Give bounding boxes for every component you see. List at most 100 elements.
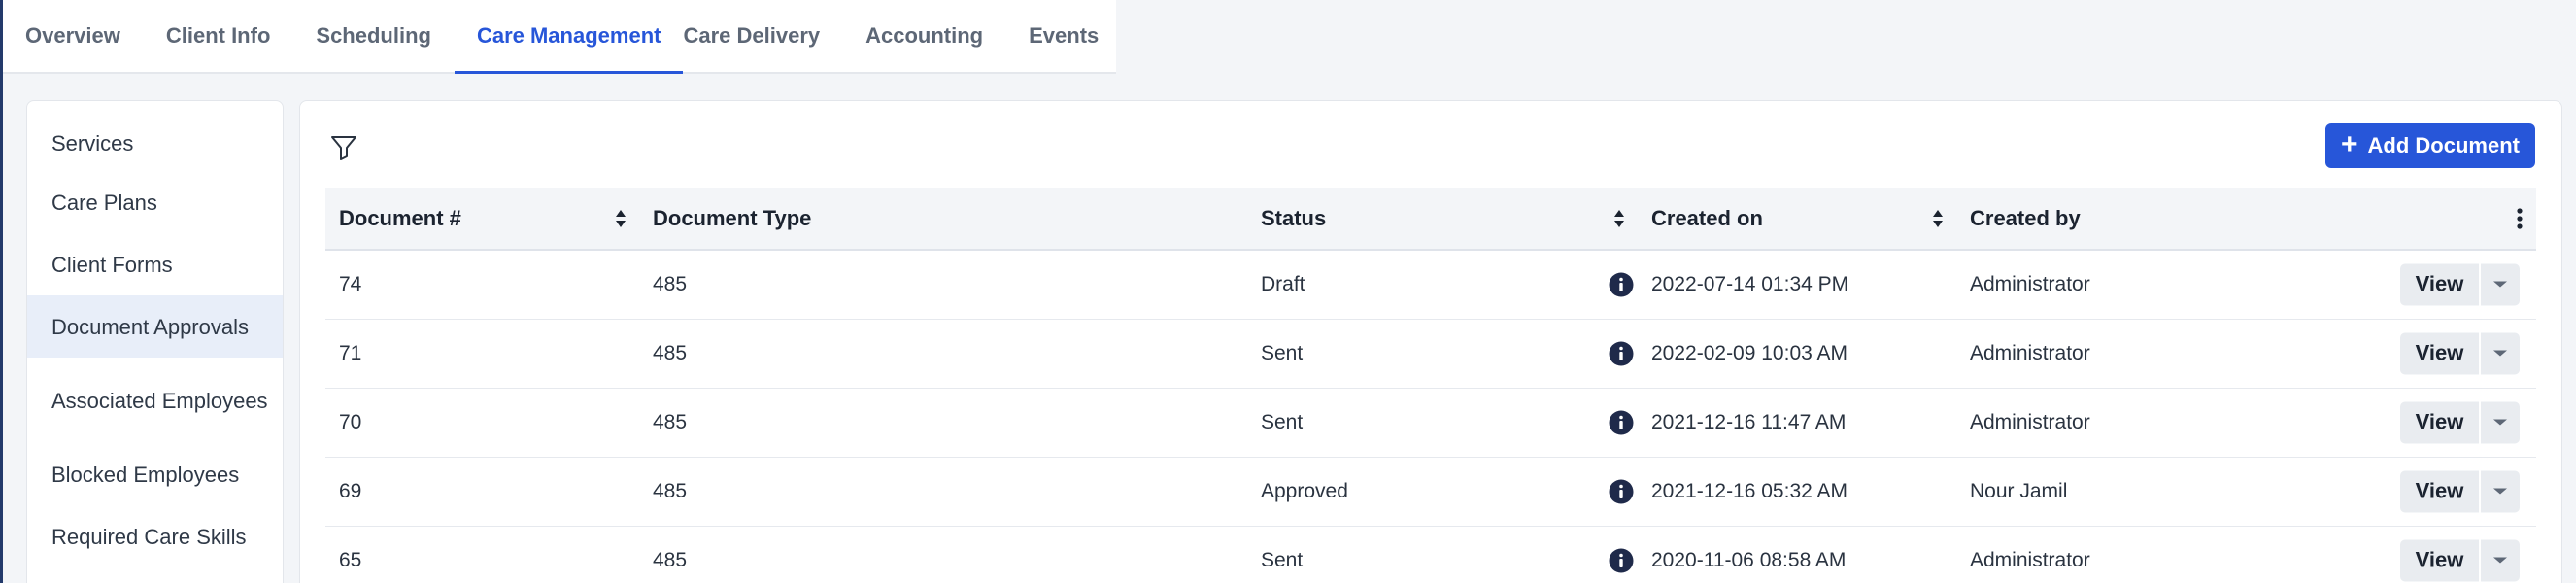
view-label: View — [2415, 409, 2464, 434]
cell-text: 485 — [653, 341, 688, 364]
table-row: 69 485 Approved 2021-12-16 05:32 AM Nour… — [325, 457, 2536, 526]
documents-table: Document # Document Type Status Created … — [325, 188, 2536, 583]
column-header-label: Status — [1261, 205, 1327, 230]
cell-document-number: 69 — [325, 457, 639, 526]
chevron-down-icon[interactable] — [2479, 539, 2520, 581]
column-options-icon[interactable] — [2515, 207, 2525, 230]
cell-text: Administrator — [1970, 272, 2090, 295]
submenu-item-care-plans[interactable]: Care Plans — [27, 171, 283, 233]
cell-text: 69 — [339, 479, 362, 502]
info-icon[interactable] — [1609, 410, 1634, 435]
row-actions: View — [2400, 263, 2520, 306]
column-header-label: Created by — [1970, 205, 2081, 230]
cell-text: 2021-12-16 05:32 AM — [1651, 479, 1847, 502]
plus-icon: + — [2341, 127, 2358, 160]
cell-text: Draft — [1261, 272, 1305, 295]
cell-document-number: 74 — [325, 250, 639, 319]
cell-text: 2021-12-16 11:47 AM — [1651, 410, 1847, 433]
cell-text: 485 — [653, 410, 688, 433]
chevron-down-icon[interactable] — [2479, 470, 2520, 512]
row-actions: View — [2400, 332, 2520, 374]
tab-events[interactable]: Events — [1029, 0, 1099, 72]
column-header-document-number[interactable]: Document # — [325, 188, 639, 251]
sort-icon[interactable] — [1931, 208, 1945, 229]
cell-status: Sent — [1247, 526, 1638, 583]
cell-text: 2022-02-09 10:03 AM — [1651, 341, 1847, 364]
tab-overview[interactable]: Overview — [25, 0, 120, 72]
chevron-down-icon[interactable] — [2479, 401, 2520, 443]
tab-care-management[interactable]: Care Management — [454, 0, 684, 74]
cell-created-by: Administrator View — [1956, 319, 2536, 388]
info-icon[interactable] — [1609, 272, 1634, 297]
row-actions: View — [2400, 401, 2520, 443]
cell-created-on: 2022-07-14 01:34 PM — [1638, 250, 1956, 319]
table-header-row: Document # Document Type Status Created … — [325, 188, 2536, 251]
window-edge — [0, 0, 3, 583]
view-label: View — [2415, 547, 2464, 572]
documents-panel: + Add Document Document # Document Type … — [299, 100, 2562, 583]
cell-created-on: 2020-11-06 08:58 AM — [1638, 526, 1956, 583]
view-button[interactable]: View — [2400, 332, 2479, 374]
add-document-button[interactable]: + Add Document — [2325, 123, 2535, 168]
row-actions: View — [2400, 539, 2520, 581]
cell-text: 2020-11-06 08:58 AM — [1651, 548, 1847, 571]
cell-created-by: Administrator View — [1956, 388, 2536, 457]
cell-text: 2022-07-14 01:34 PM — [1651, 272, 1849, 295]
column-header-status[interactable]: Status — [1247, 188, 1638, 251]
column-header-created-by: Created by — [1956, 188, 2536, 251]
cell-document-number: 70 — [325, 388, 639, 457]
submenu-item-services[interactable]: Services — [27, 101, 283, 171]
table-row: 70 485 Sent 2021-12-16 11:47 AM Administ… — [325, 388, 2536, 457]
chevron-down-icon[interactable] — [2479, 263, 2520, 306]
cell-text: 65 — [339, 548, 362, 571]
cell-created-by: Administrator View — [1956, 250, 2536, 319]
view-label: View — [2415, 478, 2464, 503]
info-icon[interactable] — [1609, 341, 1634, 366]
column-header-created-on[interactable]: Created on — [1638, 188, 1956, 251]
cell-document-type: 485 — [639, 526, 1247, 583]
submenu-item-required-care-skills[interactable]: Required Care Skills — [27, 505, 283, 567]
cell-text: 485 — [653, 272, 688, 295]
view-label: View — [2415, 271, 2464, 296]
sort-icon[interactable] — [1612, 208, 1626, 229]
add-document-label: Add Document — [2367, 133, 2520, 157]
sort-icon[interactable] — [614, 208, 627, 229]
cell-created-by: Administrator View — [1956, 526, 2536, 583]
top-tab-bar: Overview Client Info Scheduling Care Man… — [3, 0, 1116, 74]
row-actions: View — [2400, 470, 2520, 512]
view-label: View — [2415, 340, 2464, 365]
tab-accounting[interactable]: Accounting — [865, 0, 983, 72]
cell-text: 71 — [339, 341, 362, 364]
filter-icon[interactable] — [329, 132, 358, 161]
table-row: 65 485 Sent 2020-11-06 08:58 AM Administ… — [325, 526, 2536, 583]
view-button[interactable]: View — [2400, 263, 2479, 305]
submenu-item-associated-employees[interactable]: Associated Employees — [27, 358, 283, 443]
cell-status: Draft — [1247, 250, 1638, 319]
cell-status: Sent — [1247, 388, 1638, 457]
view-button[interactable]: View — [2400, 539, 2479, 581]
column-header-label: Document Type — [653, 205, 812, 230]
care-management-submenu: Services Care Plans Client Forms Documen… — [26, 100, 284, 583]
cell-created-on: 2021-12-16 11:47 AM — [1638, 388, 1956, 457]
view-button[interactable]: View — [2400, 401, 2479, 443]
cell-document-type: 485 — [639, 388, 1247, 457]
cell-text: Sent — [1261, 548, 1304, 571]
submenu-item-blocked-employees[interactable]: Blocked Employees — [27, 443, 283, 505]
submenu-item-document-approvals[interactable]: Document Approvals — [27, 295, 283, 358]
cell-status: Approved — [1247, 457, 1638, 526]
info-icon[interactable] — [1609, 479, 1634, 504]
cell-text: Sent — [1261, 341, 1304, 364]
cell-document-number: 71 — [325, 319, 639, 388]
view-button[interactable]: View — [2400, 470, 2479, 512]
tab-client-info[interactable]: Client Info — [166, 0, 271, 72]
cell-created-by: Nour Jamil View — [1956, 457, 2536, 526]
info-icon[interactable] — [1609, 548, 1634, 573]
cell-document-type: 485 — [639, 319, 1247, 388]
tab-care-delivery[interactable]: Care Delivery — [683, 0, 820, 72]
tab-scheduling[interactable]: Scheduling — [316, 0, 431, 72]
chevron-down-icon[interactable] — [2479, 332, 2520, 374]
cell-status: Sent — [1247, 319, 1638, 388]
cell-text: Administrator — [1970, 548, 2090, 571]
submenu-item-client-forms[interactable]: Client Forms — [27, 233, 283, 295]
cell-text: Administrator — [1970, 341, 2090, 364]
